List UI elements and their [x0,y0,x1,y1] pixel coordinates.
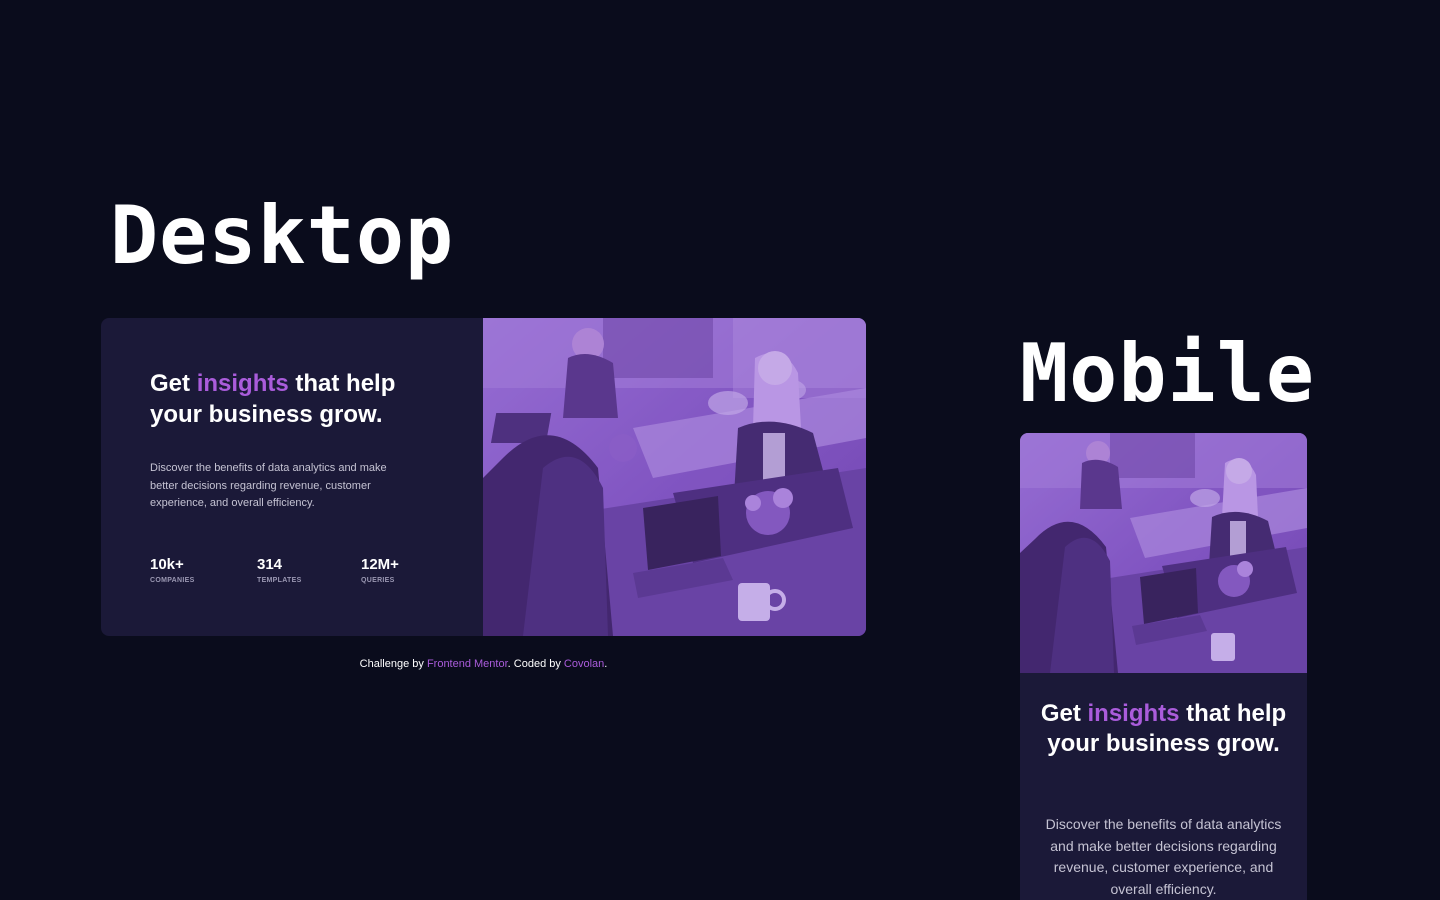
mobile-card-heading: Get insights that help your business gro… [1040,699,1287,758]
heading-text-start: Get [1040,700,1088,727]
desktop-label: Desktop [110,189,455,282]
attribution-period: . [604,658,608,670]
desktop-stats-card: Get insights that help your business gro… [101,318,866,636]
frontend-mentor-link[interactable]: Frontend Mentor [427,658,508,670]
mobile-stats-card: Get insights that help your business gro… [1020,433,1307,900]
office-team-photo-icon [483,318,866,636]
stat-queries: 12M+ QUERIES [361,556,399,584]
heading-accent-word: insights [1087,700,1180,727]
attribution-footer: Challenge by Frontend Mentor. Coded by C… [101,658,866,670]
stat-value: 10k+ [150,556,184,573]
desktop-card-description: Discover the benefits of data analytics … [150,462,387,509]
desktop-card-heading: Get insights that help your business gro… [150,368,450,430]
stat-templates: 314 TEMPLATES [257,556,302,584]
attribution-text-challenge: Challenge by [359,658,427,670]
office-team-photo-icon [1020,433,1307,673]
mobile-card-description: Discover the benefits of data analytics … [1045,816,1282,897]
desktop-card-content: Get insights that help your business gro… [150,368,450,513]
stat-companies: 10k+ COMPANIES [150,556,195,584]
mobile-label: Mobile [1020,327,1315,420]
attribution-text-coded: . Coded by [507,658,564,670]
heading-accent-word: insights [196,370,289,397]
stat-label: TEMPLATES [257,577,302,584]
stat-label: QUERIES [361,577,395,584]
author-link[interactable]: Covolan [564,658,604,670]
stat-value: 12M+ [361,556,399,573]
stat-label: COMPANIES [150,577,195,584]
showcase-stage: Desktop Mobile Get insights that help yo… [0,0,1440,900]
stat-value: 314 [257,556,283,573]
heading-text-start: Get [150,370,197,397]
